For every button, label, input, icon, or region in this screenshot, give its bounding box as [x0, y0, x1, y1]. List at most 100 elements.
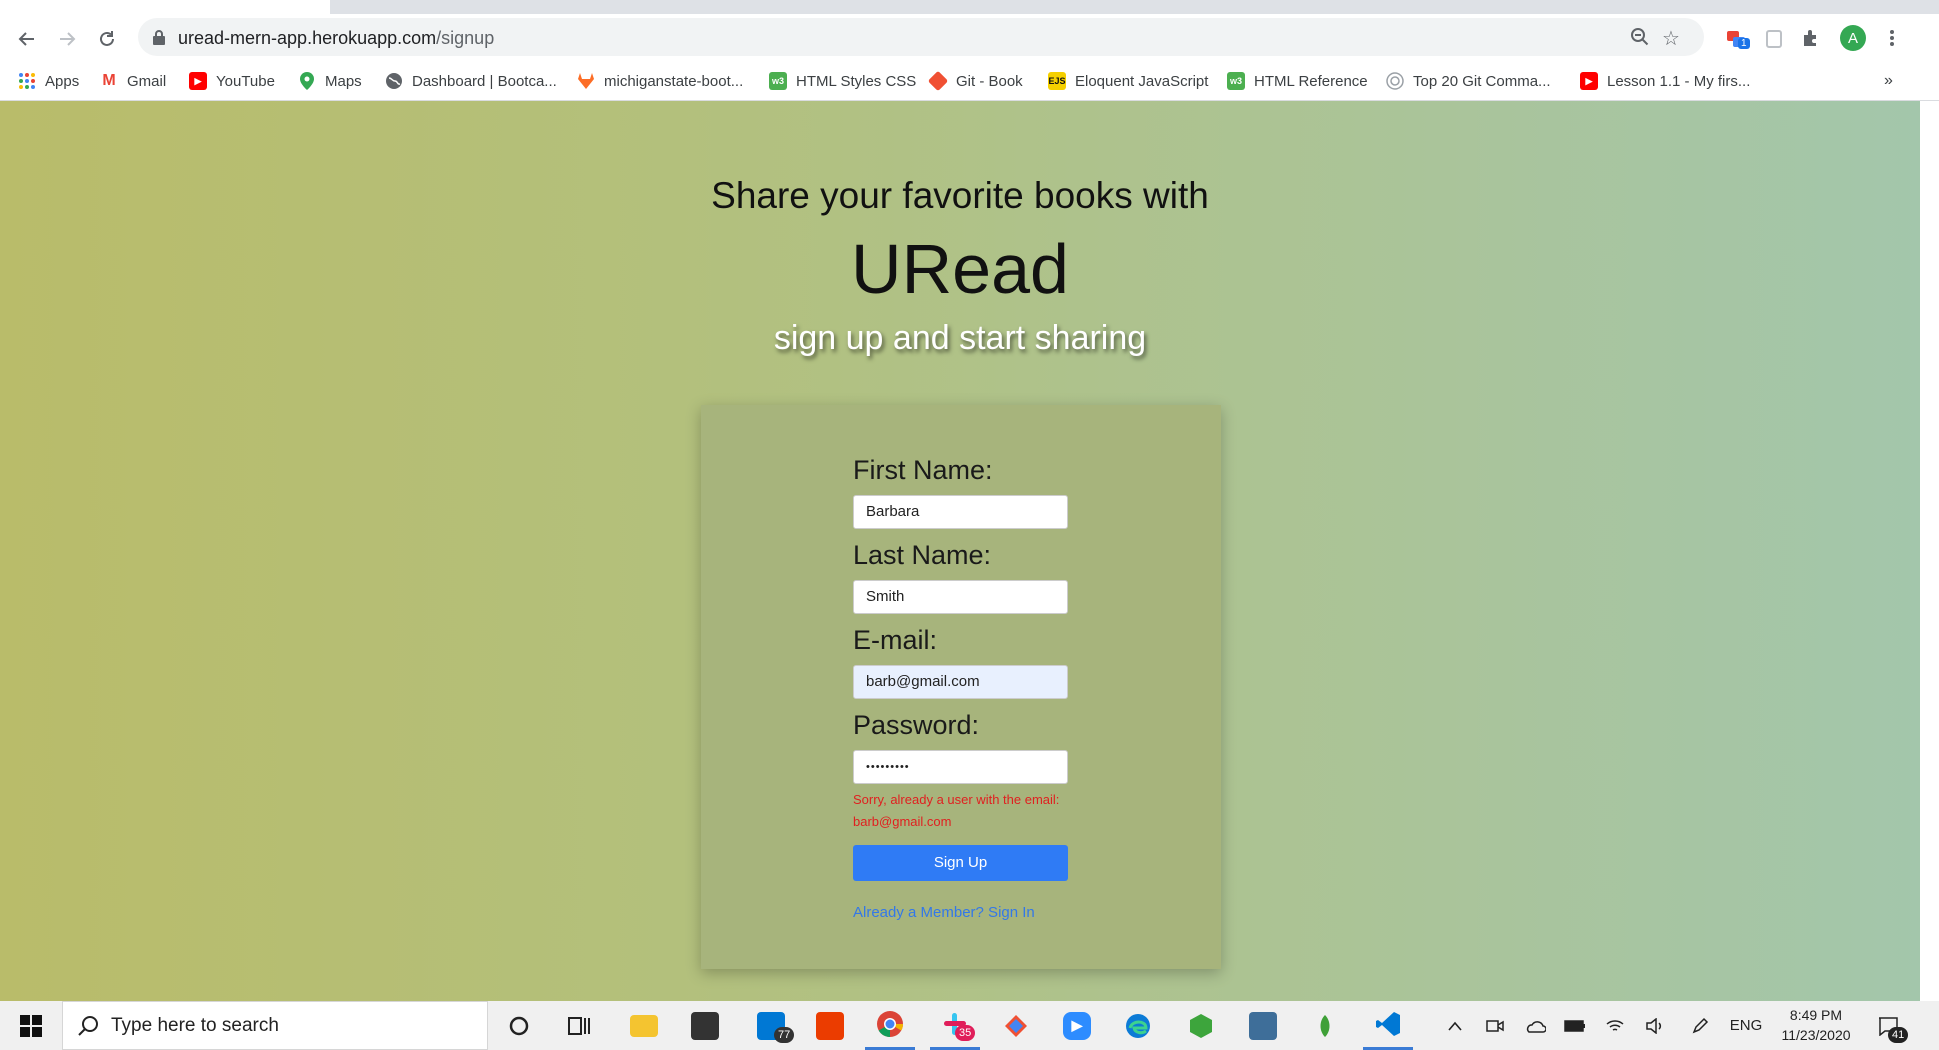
show-hidden-icons-icon[interactable]: [1440, 1001, 1470, 1050]
git-icon: [927, 70, 949, 92]
input-language[interactable]: ENG: [1726, 1001, 1766, 1050]
tab-strip: [0, 0, 1939, 14]
bookmark-label: YouTube: [216, 72, 275, 90]
zoom-app-icon[interactable]: ▶: [1052, 1001, 1102, 1050]
clock-time: 8:49 PM: [1789, 1007, 1843, 1023]
bookmark-dashboard[interactable]: Dashboard | Bootca...: [385, 62, 557, 100]
mail-icon[interactable]: 77: [746, 1001, 796, 1050]
bookmark-html-reference[interactable]: w3 HTML Reference: [1227, 62, 1368, 100]
clock-date: 11/23/2020: [1781, 1027, 1851, 1043]
volume-icon[interactable]: [1640, 1001, 1670, 1050]
extension-icon[interactable]: 1: [1722, 24, 1750, 52]
bookmark-label: HTML Styles CSS: [796, 72, 917, 90]
battery-icon[interactable]: [1560, 1001, 1590, 1050]
apps-grid-icon: [18, 72, 36, 90]
notifications-icon[interactable]: 41: [1870, 1001, 1909, 1050]
bookmark-label: Eloquent JavaScript: [1075, 72, 1209, 90]
youtube-icon: ▶: [1580, 72, 1598, 90]
bookmark-label: Maps: [325, 72, 362, 90]
bookmark-maps[interactable]: Maps: [298, 62, 362, 100]
meet-now-icon[interactable]: [1480, 1001, 1510, 1050]
brand-title: URead: [851, 230, 1069, 308]
more-bookmarks-button[interactable]: »: [1884, 62, 1893, 100]
file-explorer-icon[interactable]: [619, 1001, 669, 1050]
slack-icon[interactable]: 35: [930, 1001, 980, 1050]
url-path: /signup: [436, 28, 495, 48]
bookmark-label: Top 20 Git Comma...: [1413, 72, 1551, 90]
site-icon: [1386, 72, 1404, 90]
gitlab-icon: [577, 72, 595, 90]
profile-avatar[interactable]: A: [1839, 24, 1867, 52]
back-icon[interactable]: [12, 24, 42, 54]
slack-badge: 35: [955, 1025, 976, 1041]
bookmark-git-commands[interactable]: Top 20 Git Comma...: [1386, 62, 1551, 100]
wifi-icon[interactable]: [1600, 1001, 1630, 1050]
bookmark-label: Dashboard | Bootca...: [412, 72, 557, 90]
bookmark-label: HTML Reference: [1254, 72, 1368, 90]
office-icon[interactable]: [805, 1001, 855, 1050]
puzzle-icon[interactable]: [1797, 24, 1825, 52]
password-input[interactable]: •••••••••: [853, 750, 1068, 784]
address-bar[interactable]: uread-mern-app.herokuapp.com/signup ☆: [138, 18, 1704, 56]
task-view-icon[interactable]: [554, 1001, 604, 1050]
edge-icon[interactable]: [1113, 1001, 1163, 1050]
url-text: uread-mern-app.herokuapp.com/signup: [178, 28, 494, 49]
tagline: sign up and start sharing: [773, 319, 1147, 357]
kebab-menu-icon[interactable]: [1878, 24, 1906, 52]
cube-app-icon[interactable]: [1176, 1001, 1226, 1050]
globe-icon: [385, 72, 403, 90]
start-button[interactable]: [6, 1001, 56, 1050]
last-name-label: Last Name:: [853, 540, 992, 570]
taskbar-search[interactable]: Type here to search: [62, 1001, 488, 1050]
ejs-icon: EJS: [1048, 72, 1066, 90]
git-kraken-icon[interactable]: [991, 1001, 1041, 1050]
mysql-workbench-icon[interactable]: [1238, 1001, 1288, 1050]
bookmark-michiganstate[interactable]: michiganstate-boot...: [577, 62, 743, 100]
error-message: Sorry, already a user with the email: ba…: [853, 792, 1060, 829]
reload-icon[interactable]: [92, 24, 122, 54]
lock-icon: [152, 29, 166, 50]
sign-up-button[interactable]: Sign Up: [853, 845, 1068, 881]
first-name-label: First Name:: [853, 455, 993, 485]
url-host: uread-mern-app.herokuapp.com: [178, 28, 437, 48]
w3schools-icon: w3: [1227, 72, 1245, 90]
browser-toolbar: uread-mern-app.herokuapp.com/signup ☆ 1 …: [0, 14, 1939, 62]
bookmark-gmail[interactable]: M Gmail: [100, 62, 166, 100]
onedrive-icon[interactable]: [1520, 1001, 1550, 1050]
youtube-icon: ▶: [189, 72, 207, 90]
password-label: Password:: [853, 710, 980, 740]
bookmark-lesson[interactable]: ▶ Lesson 1.1 - My firs...: [1580, 62, 1750, 100]
email-input[interactable]: barb@gmail.com: [853, 665, 1068, 699]
bookmark-youtube[interactable]: ▶ YouTube: [189, 62, 275, 100]
bookmark-label: Apps: [45, 72, 80, 90]
bookmark-label: Gmail: [127, 72, 167, 90]
bookmark-eloquent-js[interactable]: EJS Eloquent JavaScript: [1048, 62, 1208, 100]
bookmark-label: Git - Book: [956, 72, 1023, 90]
w3schools-icon: w3: [769, 72, 787, 90]
pen-icon[interactable]: [1685, 1001, 1715, 1050]
bookmark-apps[interactable]: Apps: [18, 62, 79, 100]
cortana-icon[interactable]: [494, 1001, 544, 1050]
zoom-icon[interactable]: [1630, 27, 1650, 52]
forward-icon[interactable]: [52, 24, 82, 54]
bookmark-git-book[interactable]: Git - Book: [927, 62, 1023, 100]
windows-taskbar: Type here to search 77 35 ▶ ENG 8:49 PM …: [0, 1001, 1939, 1050]
gmail-icon: M: [102, 72, 116, 89]
robo3t-icon[interactable]: [1300, 1001, 1350, 1050]
first-name-input[interactable]: Barbara: [853, 495, 1068, 529]
extension-badge: 1: [1738, 38, 1750, 49]
bookmarks-bar: Apps M Gmail ▶ YouTube Maps Dashboard | …: [0, 62, 1939, 101]
star-icon[interactable]: ☆: [1662, 26, 1680, 51]
page-scrollbar[interactable]: [1920, 101, 1939, 1001]
bookmark-html-styles[interactable]: w3 HTML Styles CSS: [769, 62, 916, 100]
chrome-icon[interactable]: [865, 1001, 915, 1050]
system-clock[interactable]: 8:49 PM 11/23/2020: [1766, 1005, 1866, 1045]
last-name-input[interactable]: Smith: [853, 580, 1068, 614]
clipboard-extension-icon[interactable]: [1760, 24, 1788, 52]
sign-in-link[interactable]: Already a Member? Sign In: [853, 904, 1035, 921]
active-tab[interactable]: [0, 0, 330, 14]
signup-form-card: First Name: Barbara Last Name: Smith E-m…: [701, 405, 1221, 969]
mail-badge: 77: [774, 1027, 795, 1043]
vscode-icon[interactable]: [1363, 1001, 1413, 1050]
store-icon[interactable]: [680, 1001, 730, 1050]
